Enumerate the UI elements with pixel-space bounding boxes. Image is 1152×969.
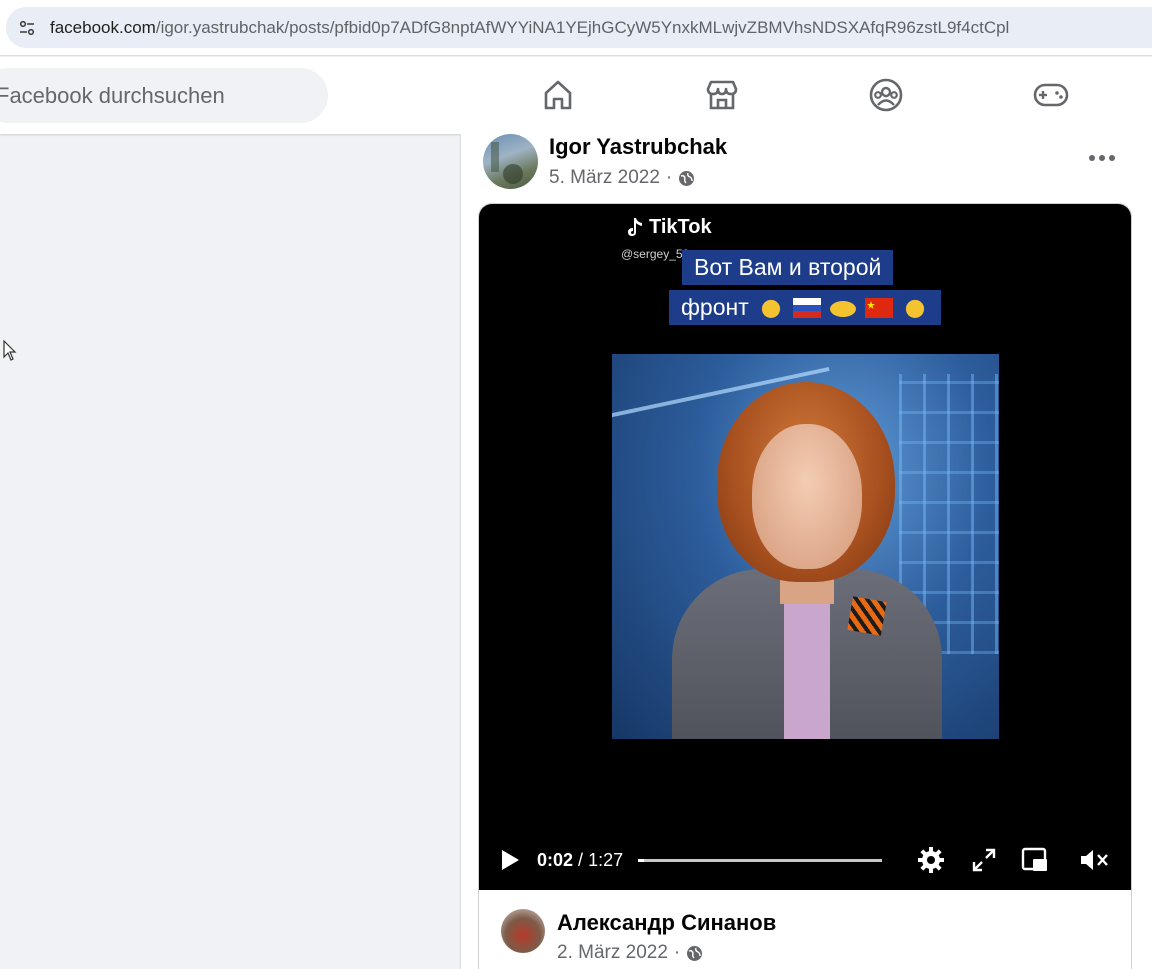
- china-flag-icon: [864, 297, 893, 318]
- russia-flag-icon: [792, 297, 821, 318]
- groups-icon[interactable]: [868, 77, 904, 113]
- tiktok-brand: TikTok: [649, 216, 712, 238]
- gaming-icon[interactable]: [1033, 77, 1069, 113]
- url-text[interactable]: facebook.com/igor.yastrubchak/posts/pfbi…: [50, 18, 1009, 38]
- more-options-icon[interactable]: [1089, 152, 1117, 164]
- tiktok-watermark: TikTok: [625, 216, 712, 239]
- progress-bar[interactable]: [638, 859, 882, 862]
- shared-post-date[interactable]: 2. März 2022: [557, 942, 668, 964]
- video-time: 0:02 / 1:27: [537, 850, 623, 871]
- fist-emoji-icon: [905, 299, 924, 318]
- handshake-emoji-icon: [829, 300, 856, 317]
- address-bar[interactable]: facebook.com/igor.yastrubchak/posts/pfbi…: [6, 7, 1152, 48]
- url-host: facebook.com: [50, 17, 156, 37]
- shared-post-meta: 2. März 2022 ·: [557, 942, 703, 964]
- globe-icon: [687, 945, 703, 961]
- tiktok-logo-icon: [628, 217, 642, 236]
- duration: 1:27: [588, 850, 624, 870]
- post-card: Igor Yastrubchak 5. März 2022 · TikTok @…: [461, 134, 1152, 969]
- progress-fill: [638, 859, 644, 862]
- author-name[interactable]: Igor Yastrubchak: [549, 134, 727, 160]
- shared-author-name[interactable]: Александр Синанов: [557, 910, 776, 936]
- search-box[interactable]: [0, 68, 328, 123]
- shared-author-avatar[interactable]: [501, 909, 545, 953]
- site-settings-icon[interactable]: [18, 19, 36, 37]
- picture-in-picture-icon[interactable]: [1020, 845, 1050, 875]
- time-separator: /: [578, 850, 584, 870]
- mouse-cursor-icon: [3, 340, 17, 361]
- marketplace-icon[interactable]: [704, 77, 740, 113]
- browser-toolbar: facebook.com/igor.yastrubchak/posts/pfbi…: [0, 0, 1152, 56]
- settings-icon[interactable]: [916, 845, 946, 875]
- video-caption-line2: фронт: [669, 290, 941, 325]
- fist-emoji-icon: [761, 299, 780, 318]
- shared-post: TikTok @sergey_50rus Вот Вам и второй фр…: [478, 203, 1132, 969]
- play-icon[interactable]: [495, 845, 525, 875]
- shared-meta-separator: ·: [673, 942, 681, 963]
- video-frame: [612, 354, 999, 739]
- home-icon[interactable]: [540, 77, 576, 113]
- globe-icon: [679, 170, 695, 186]
- st-george-ribbon: [847, 596, 887, 636]
- video-caption-line1: Вот Вам и второй: [682, 250, 894, 285]
- meta-separator: ·: [665, 167, 673, 188]
- caption-text: фронт: [681, 294, 749, 320]
- mute-icon[interactable]: [1079, 845, 1109, 875]
- author-avatar[interactable]: [483, 134, 538, 189]
- fullscreen-icon[interactable]: [969, 845, 999, 875]
- search-input[interactable]: [0, 82, 296, 109]
- post-date[interactable]: 5. März 2022: [549, 167, 660, 189]
- url-path: /igor.yastrubchak/posts/pfbid0p7ADfG8npt…: [155, 17, 1010, 37]
- facebook-header: [0, 57, 1152, 134]
- video-player[interactable]: TikTok @sergey_50rus Вот Вам и второй фр…: [479, 204, 1131, 890]
- post-meta: 5. März 2022 ·: [549, 167, 695, 189]
- current-time: 0:02: [537, 850, 574, 870]
